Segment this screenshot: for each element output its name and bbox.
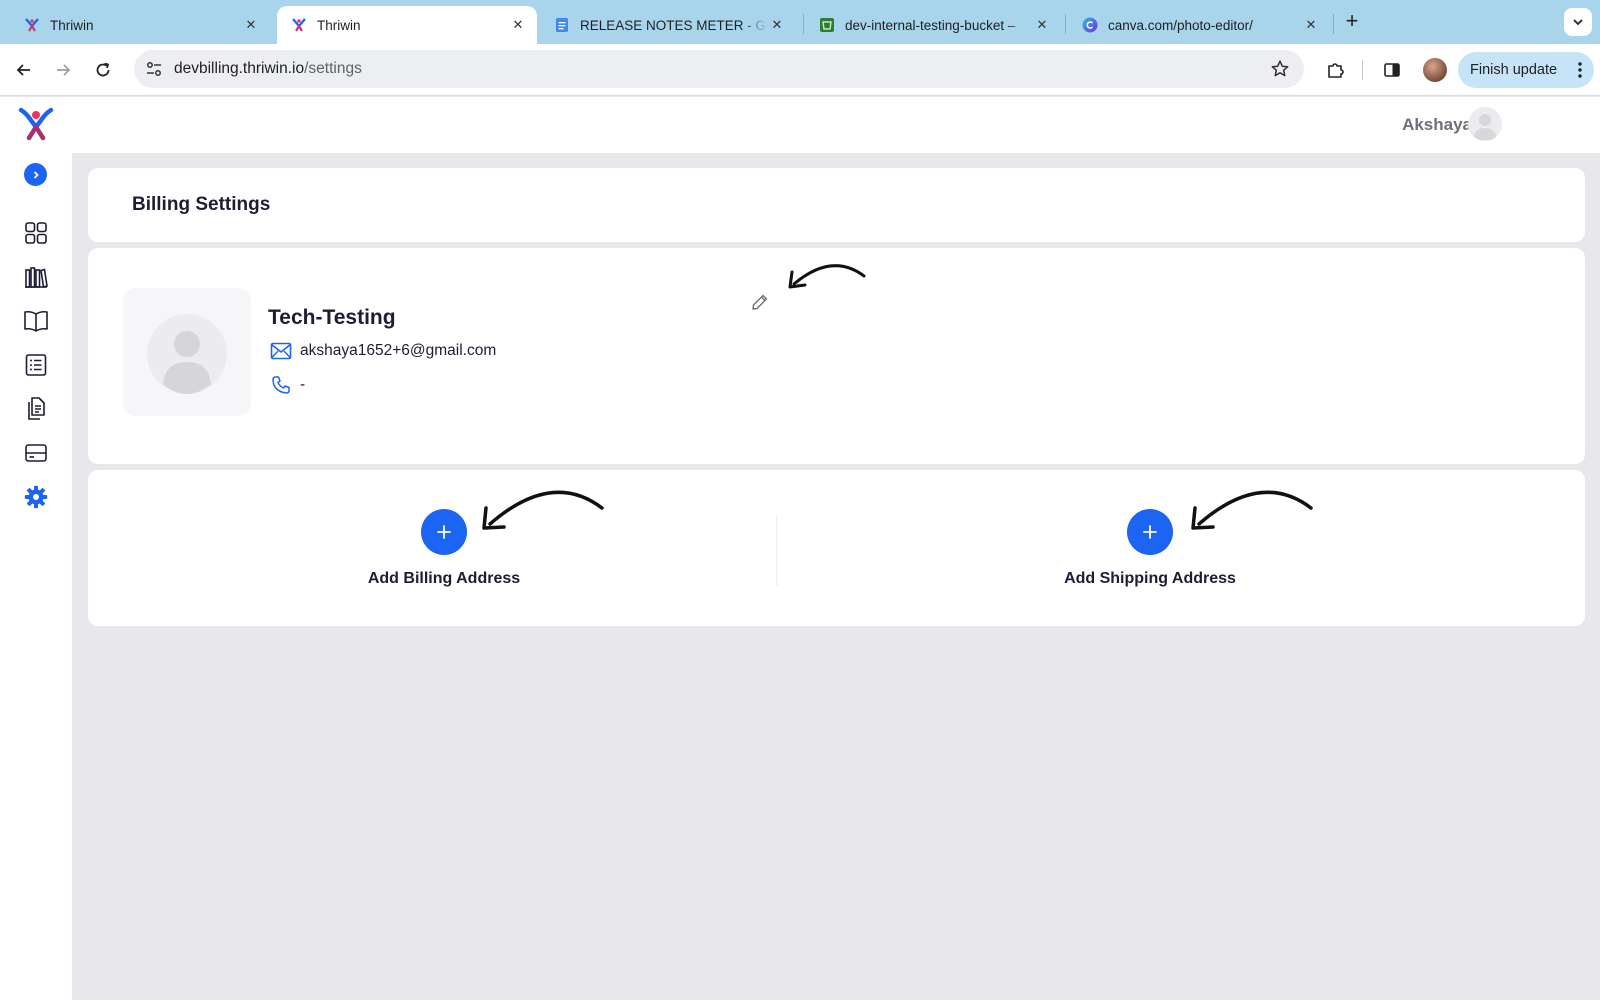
close-icon[interactable]: ✕: [509, 16, 527, 34]
tab-separator: [1333, 14, 1334, 34]
finish-update-label: Finish update: [1470, 62, 1558, 78]
email-row: akshaya1652+6@gmail.com: [270, 340, 496, 362]
reload-icon: [96, 62, 110, 77]
annotation-arrow-icon: [482, 490, 604, 530]
user-placeholder-icon: [147, 314, 227, 394]
page-title-card: Billing Settings: [88, 168, 1585, 242]
bookmark-star-icon[interactable]: [1270, 59, 1290, 79]
extensions-button[interactable]: [1324, 58, 1348, 82]
user-name[interactable]: Akshaya: [1402, 115, 1472, 135]
finish-update-button[interactable]: Finish update: [1458, 52, 1594, 88]
profile-image[interactable]: [123, 288, 251, 416]
user-avatar[interactable]: [1468, 107, 1502, 141]
canva-icon: [1082, 17, 1098, 33]
app-sidebar: [0, 97, 72, 1000]
tab-separator: [1065, 14, 1066, 34]
google-docs-icon: [554, 17, 570, 33]
plus-icon: [437, 525, 451, 539]
browser-tab-thriwin-2[interactable]: Thriwin ✕: [277, 6, 537, 44]
sidebar-item-orders[interactable]: [22, 351, 50, 379]
close-icon[interactable]: ✕: [1302, 16, 1320, 34]
sidebar-item-billing[interactable]: [22, 439, 50, 467]
browser-profile-avatar[interactable]: [1423, 58, 1447, 82]
expand-sidebar-button[interactable]: [24, 163, 47, 186]
browser-toolbar: devbilling.thriwin.io/settings Finish up…: [0, 44, 1600, 96]
side-panel-button[interactable]: [1380, 58, 1404, 82]
library-icon: [25, 267, 48, 289]
close-icon[interactable]: ✕: [242, 16, 260, 34]
chevron-down-icon: [1573, 19, 1583, 26]
browser-tab-strip: Thriwin ✕ Thriwin ✕ RELEASE NOTES METER …: [0, 0, 1600, 44]
new-tab-button[interactable]: +: [1340, 10, 1364, 34]
url-host: devbilling.thriwin.io: [174, 60, 305, 77]
billing-address-section: Add Billing Address: [88, 470, 788, 626]
company-name: Tech-Testing: [268, 306, 396, 329]
close-icon[interactable]: ✕: [768, 16, 786, 34]
arrow-right-icon: [57, 64, 71, 76]
pencil-icon: [752, 294, 768, 310]
back-button[interactable]: [10, 56, 38, 84]
browser-tab-release-notes[interactable]: RELEASE NOTES METER - Go ✕: [540, 6, 796, 44]
site-settings-icon[interactable]: [144, 59, 164, 79]
forward-button[interactable]: [49, 56, 77, 84]
plus-icon: [1143, 525, 1157, 539]
gear-icon: [24, 485, 48, 509]
user-icon: [1473, 114, 1497, 140]
annotation-arrow-icon: [1191, 490, 1313, 530]
edit-profile-button[interactable]: [750, 292, 770, 312]
reload-button[interactable]: [89, 56, 117, 84]
dashboard-grid-icon: [25, 222, 47, 244]
app-header: Akshaya: [72, 97, 1600, 153]
tab-title: Thriwin: [317, 17, 361, 33]
tab-search-button[interactable]: [1564, 8, 1592, 36]
close-icon[interactable]: ✕: [1033, 16, 1051, 34]
chevron-right-icon: [33, 170, 39, 179]
tab-title: RELEASE NOTES METER - Go: [580, 17, 768, 33]
sidebar-item-settings[interactable]: [22, 483, 50, 511]
page-title: Billing Settings: [132, 194, 271, 215]
add-billing-address-label[interactable]: Add Billing Address: [88, 570, 800, 588]
card-icon: [25, 444, 47, 462]
address-card: Add Billing Address Add Shipping Address: [88, 470, 1585, 626]
browser-tab-testing-bucket[interactable]: dev-internal-testing-bucket – ✕: [805, 6, 1061, 44]
email-text: akshaya1652+6@gmail.com: [300, 342, 497, 359]
sidebar-item-catalog[interactable]: [22, 307, 50, 335]
browser-tab-thriwin-1[interactable]: Thriwin ✕: [10, 6, 270, 44]
tab-title: canva.com/photo-editor/: [1108, 17, 1253, 33]
url-text: devbilling.thriwin.io/settings: [174, 60, 362, 78]
thriwin-logo-icon[interactable]: [18, 105, 54, 141]
puzzle-icon: [1328, 63, 1344, 78]
phone-text: -: [300, 376, 306, 393]
arrow-left-icon: [16, 64, 30, 76]
add-shipping-address-label[interactable]: Add Shipping Address: [790, 570, 1510, 588]
side-panel-icon: [1384, 63, 1400, 77]
list-icon: [25, 354, 47, 376]
thriwin-logo-icon: [291, 17, 307, 33]
browser-tab-canva[interactable]: canva.com/photo-editor/ ✕: [1068, 6, 1330, 44]
thriwin-logo-icon: [24, 17, 40, 33]
sidebar-item-dashboard[interactable]: [22, 219, 50, 247]
tab-title: dev-internal-testing-bucket –: [845, 17, 1016, 33]
column-divider: [776, 516, 777, 586]
phone-row: -: [270, 374, 305, 396]
bucket-icon: [819, 17, 835, 33]
profile-card: Tech-Testing akshaya1652+6@gmail.com -: [88, 248, 1585, 464]
documents-icon: [28, 397, 45, 420]
sidebar-item-documents[interactable]: [22, 395, 50, 423]
mail-icon: [270, 340, 292, 362]
sidebar-item-library[interactable]: [22, 263, 50, 291]
book-icon: [24, 310, 48, 332]
more-vertical-icon: [1578, 62, 1582, 78]
toolbar-divider: [1362, 60, 1363, 80]
tab-title: Thriwin: [50, 17, 94, 33]
address-bar[interactable]: devbilling.thriwin.io/settings: [134, 50, 1304, 88]
url-path: /settings: [304, 60, 362, 77]
shipping-address-section: Add Shipping Address: [790, 470, 1490, 626]
tab-separator: [803, 14, 804, 34]
phone-icon: [270, 374, 292, 396]
annotation-arrow-icon: [788, 264, 866, 289]
